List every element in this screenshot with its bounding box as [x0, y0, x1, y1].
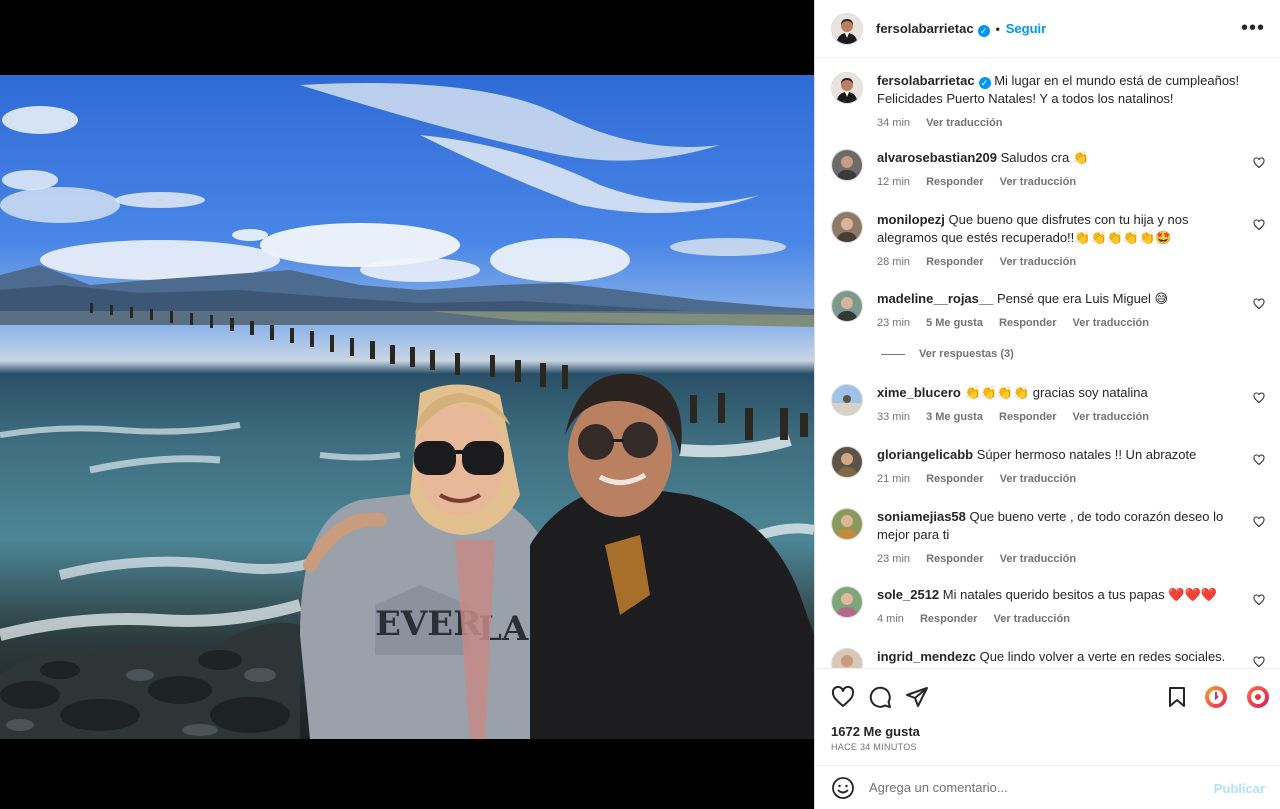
comment-text: Saludos cra 👏: [1000, 150, 1090, 165]
comments-list: fersolabarrietac ✓ Mi lugar en el mundo e…: [815, 59, 1280, 668]
follow-button[interactable]: Seguir: [1006, 21, 1046, 36]
comment-time[interactable]: 12 min: [877, 176, 910, 188]
commenter-avatar[interactable]: [831, 290, 863, 322]
commenter-avatar[interactable]: [831, 446, 863, 478]
comment-composer: Publicar: [815, 765, 1280, 809]
heart-icon[interactable]: [1253, 656, 1265, 668]
share-send-icon[interactable]: [905, 685, 929, 709]
verified-badge-icon: ✓: [977, 24, 990, 37]
translate-link[interactable]: Ver traducción: [994, 613, 1070, 625]
media-panel: EVER LAST: [0, 0, 814, 809]
comment-username[interactable]: monilopezj: [877, 212, 945, 227]
heart-icon[interactable]: [1253, 157, 1265, 169]
reply-button[interactable]: Responder: [926, 176, 983, 188]
translate-link[interactable]: Ver traducción: [1073, 411, 1149, 423]
comment-text: 👏👏👏👏 gracias soy natalina: [964, 385, 1148, 400]
commenter-avatar[interactable]: [831, 648, 863, 668]
reply-button[interactable]: Responder: [926, 553, 983, 565]
comment-input[interactable]: [869, 780, 1189, 795]
separator-dot: •: [995, 21, 1000, 36]
heart-icon[interactable]: [1253, 392, 1265, 404]
heart-icon[interactable]: [1253, 298, 1265, 310]
caption-time[interactable]: 34 min: [877, 117, 910, 129]
caption-username[interactable]: fersolabarrietac: [877, 73, 975, 88]
comment-text: Que lindo volver a verte en redes social…: [979, 649, 1226, 664]
comment-text: Súper hermoso natales !! Un abrazote: [976, 447, 1197, 462]
commenter-avatar[interactable]: [831, 149, 863, 181]
comment-item: gloriangelicabb Súper hermoso natales !!…: [831, 446, 1265, 492]
post-header: fersolabarrietac ✓ • Seguir •••: [815, 0, 1280, 58]
comment-username[interactable]: xime_blucero: [877, 385, 961, 400]
comment-username[interactable]: alvarosebastian209: [877, 150, 997, 165]
comment-username[interactable]: sole_2512: [877, 587, 939, 602]
comment-likes[interactable]: 5 Me gusta: [926, 317, 983, 329]
post-photo[interactable]: EVER LAST: [0, 75, 814, 739]
replies-divider: [881, 353, 905, 355]
reply-button[interactable]: Responder: [999, 411, 1056, 423]
comment-item: ingrid_mendezc Que lindo volver a verte …: [831, 648, 1265, 668]
heart-icon[interactable]: [1253, 516, 1265, 528]
likes-count[interactable]: 1672 Me gusta: [831, 724, 920, 739]
comment-time[interactable]: 23 min: [877, 317, 910, 329]
comment-username[interactable]: gloriangelicabb: [877, 447, 973, 462]
post-modal: EVER LAST fersolabarrietac ✓ • Seguir ••…: [0, 0, 1280, 809]
comment-time[interactable]: 23 min: [877, 553, 910, 565]
comment-item: xime_blucero 👏👏👏👏 gracias soy natalina 3…: [831, 384, 1265, 430]
heart-icon[interactable]: [1253, 219, 1265, 231]
reply-button[interactable]: Responder: [999, 317, 1056, 329]
comment-item: alvarosebastian209 Saludos cra 👏 12 min …: [831, 149, 1265, 195]
more-options-icon[interactable]: •••: [1241, 18, 1265, 38]
post-actions: 1672 Me gusta HACE 34 MINUTOS: [815, 668, 1280, 765]
reply-button[interactable]: Responder: [926, 256, 983, 268]
comment-username[interactable]: ingrid_mendezc: [877, 649, 976, 664]
comment-time[interactable]: 28 min: [877, 256, 910, 268]
view-replies-button[interactable]: Ver respuestas (3): [881, 348, 1014, 360]
caption-translate-link[interactable]: Ver traducción: [926, 117, 1002, 129]
translate-link[interactable]: Ver traducción: [1073, 317, 1149, 329]
comment-time[interactable]: 33 min: [877, 411, 910, 423]
commenter-avatar[interactable]: [831, 508, 863, 540]
like-heart-icon[interactable]: [831, 685, 855, 709]
author-avatar[interactable]: [831, 72, 863, 104]
comment-text: Pensé que era Luis Miguel 😅: [996, 291, 1169, 306]
comment-item: sole_2512 Mi natales querido besitos a t…: [831, 586, 1265, 632]
extension-icon-2[interactable]: [1246, 685, 1270, 709]
heart-icon[interactable]: [1253, 454, 1265, 466]
comment-time[interactable]: 4 min: [877, 613, 904, 625]
reply-button[interactable]: Responder: [926, 473, 983, 485]
post-timestamp: HACE 34 MINUTOS: [831, 742, 917, 752]
comment-likes[interactable]: 3 Me gusta: [926, 411, 983, 423]
comment-bubble-icon[interactable]: [868, 685, 892, 709]
post-sidebar: fersolabarrietac ✓ • Seguir ••• fersolaba…: [814, 0, 1280, 809]
extension-icon-1[interactable]: [1204, 685, 1228, 709]
comment-item: monilopezj Que bueno que disfrutes con t…: [831, 211, 1265, 273]
comment-item: madeline__rojas__ Pensé que era Luis Mig…: [831, 290, 1265, 336]
commenter-avatar[interactable]: [831, 211, 863, 243]
commenter-avatar[interactable]: [831, 384, 863, 416]
comment-username[interactable]: soniamejias58: [877, 509, 966, 524]
commenter-avatar[interactable]: [831, 586, 863, 618]
verified-badge-icon: ✓: [978, 77, 991, 89]
reply-button[interactable]: Responder: [920, 613, 977, 625]
translate-link[interactable]: Ver traducción: [1000, 176, 1076, 188]
comment-username[interactable]: madeline__rojas__: [877, 291, 993, 306]
translate-link[interactable]: Ver traducción: [1000, 473, 1076, 485]
author-username[interactable]: fersolabarrietac ✓: [876, 21, 990, 37]
author-avatar[interactable]: [831, 12, 863, 45]
translate-link[interactable]: Ver traducción: [1000, 256, 1076, 268]
translate-link[interactable]: Ver traducción: [1000, 553, 1076, 565]
caption: fersolabarrietac ✓ Mi lugar en el mundo e…: [831, 72, 1265, 142]
comment-item: soniamejias58 Que bueno verte , de todo …: [831, 508, 1265, 570]
save-bookmark-icon[interactable]: [1165, 685, 1189, 709]
emoji-icon[interactable]: [831, 776, 855, 800]
heart-icon[interactable]: [1253, 594, 1265, 606]
comment-time[interactable]: 21 min: [877, 473, 910, 485]
comment-text: Mi natales querido besitos a tus papas ❤…: [942, 587, 1217, 602]
publish-button[interactable]: Publicar: [1214, 781, 1265, 796]
